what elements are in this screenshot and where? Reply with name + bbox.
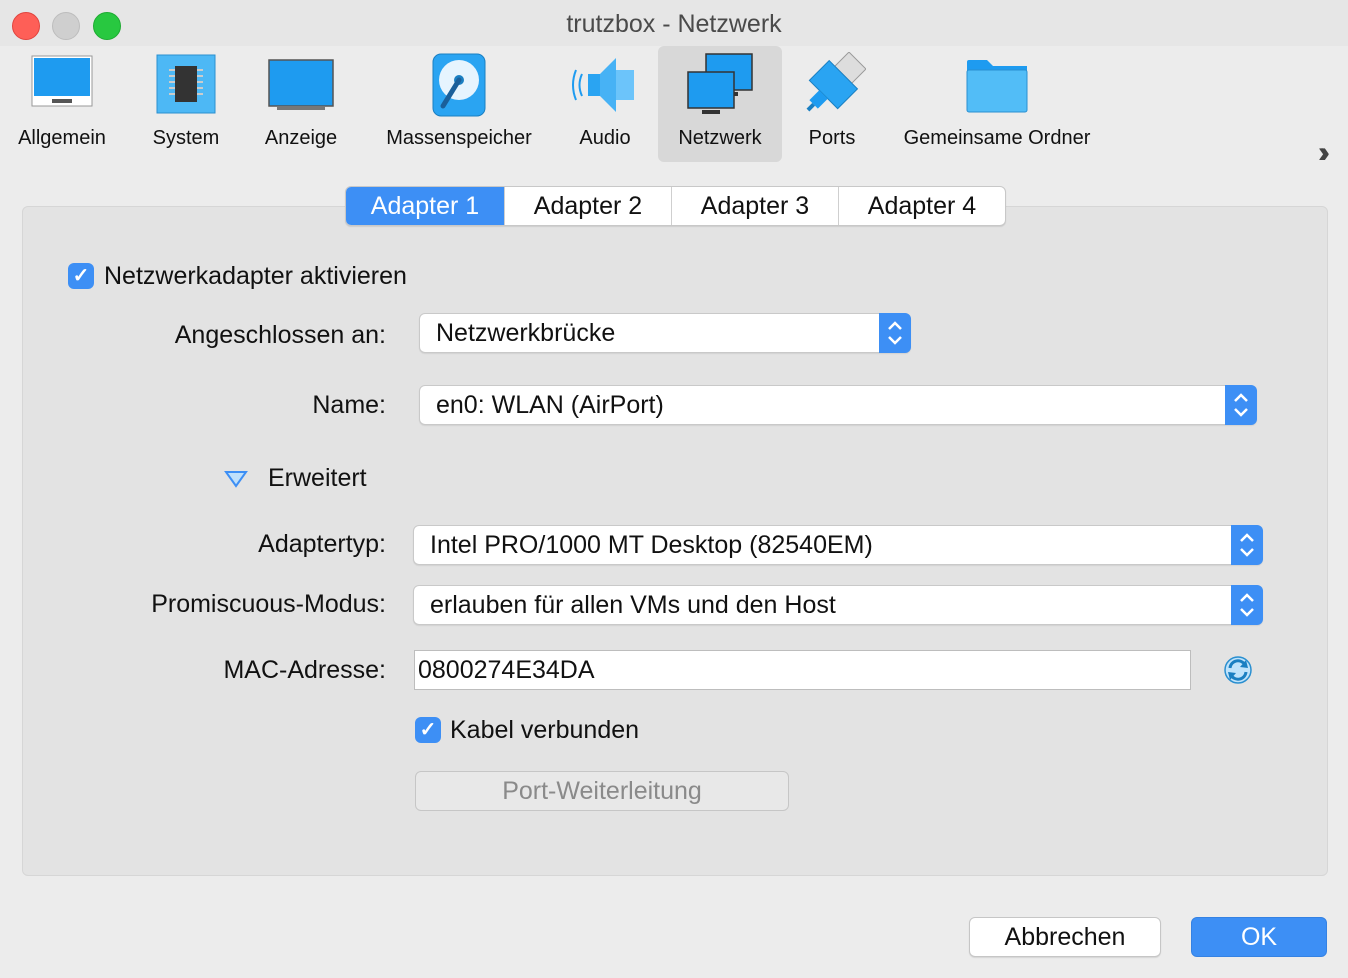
attached-to-stepper[interactable] bbox=[879, 313, 911, 353]
ports-icon bbox=[806, 52, 866, 112]
adapter-type-stepper[interactable] bbox=[1231, 525, 1263, 565]
enable-adapter-checkbox[interactable]: ✓ bbox=[68, 263, 94, 289]
speaker-icon bbox=[572, 58, 634, 112]
disclosure-triangle-icon[interactable] bbox=[224, 470, 248, 488]
toolbar-item-gemeinsame-ordner[interactable]: Gemeinsame Ordner bbox=[892, 46, 1102, 162]
attached-to-label: Angeschlossen an: bbox=[174, 321, 386, 349]
adapter-type-select[interactable]: Intel PRO/1000 MT Desktop (82540EM) bbox=[413, 525, 1263, 565]
promiscuous-mode-value: erlauben für allen VMs und den Host bbox=[430, 591, 836, 619]
name-value: en0: WLAN (AirPort) bbox=[436, 391, 664, 419]
chevron-updown-icon bbox=[1234, 393, 1248, 417]
toolbar-item-audio[interactable]: Audio bbox=[566, 46, 644, 162]
adapter-type-label: Adaptertyp: bbox=[258, 530, 386, 558]
settings-toolbar: Allgemein System Anzeige Massenspeicher … bbox=[0, 46, 1348, 169]
toolbar-item-ports[interactable]: Ports bbox=[794, 46, 870, 162]
cable-connected-checkbox[interactable]: ✓ bbox=[415, 717, 441, 743]
cable-connected-label: Kabel verbunden bbox=[450, 716, 640, 744]
attached-to-select[interactable]: Netzwerkbrücke bbox=[419, 313, 911, 353]
network-icon bbox=[687, 53, 753, 114]
toolbar-item-anzeige[interactable]: Anzeige bbox=[252, 46, 350, 162]
display-icon bbox=[268, 59, 334, 110]
chevron-updown-icon bbox=[1240, 593, 1254, 617]
name-label: Name: bbox=[312, 391, 386, 419]
disk-icon bbox=[432, 53, 486, 117]
advanced-label[interactable]: Erweitert bbox=[268, 464, 367, 493]
toolbar-item-netzwerk[interactable]: Netzwerk bbox=[658, 46, 782, 162]
adapter-type-value: Intel PRO/1000 MT Desktop (82540EM) bbox=[430, 531, 873, 559]
ok-button[interactable]: OK bbox=[1191, 917, 1327, 957]
title-bar: trutzbox - Netzwerk bbox=[0, 0, 1348, 46]
promiscuous-mode-stepper[interactable] bbox=[1231, 585, 1263, 625]
tab-adapter-2[interactable]: Adapter 2 bbox=[504, 187, 671, 225]
name-select[interactable]: en0: WLAN (AirPort) bbox=[419, 385, 1257, 425]
name-stepper[interactable] bbox=[1225, 385, 1257, 425]
chip-icon bbox=[156, 54, 216, 114]
adapter-tabs: Adapter 1 Adapter 2 Adapter 3 Adapter 4 bbox=[345, 186, 1006, 226]
mac-address-label: MAC-Adresse: bbox=[223, 656, 386, 684]
port-forwarding-button[interactable]: Port-Weiterleitung bbox=[415, 771, 789, 811]
refresh-mac-icon[interactable] bbox=[1222, 654, 1254, 686]
chevron-double-right-icon[interactable]: ›› bbox=[1318, 136, 1330, 170]
tab-adapter-1[interactable]: Adapter 1 bbox=[346, 187, 504, 225]
enable-adapter-label: Netzwerkadapter aktivieren bbox=[104, 262, 407, 290]
chevron-updown-icon bbox=[1240, 533, 1254, 557]
tab-adapter-4[interactable]: Adapter 4 bbox=[838, 187, 1005, 225]
monitor-icon bbox=[31, 55, 93, 107]
chevron-updown-icon bbox=[888, 321, 902, 345]
folder-icon bbox=[966, 60, 1028, 113]
toolbar-item-system[interactable]: System bbox=[140, 46, 232, 162]
toolbar-item-allgemein[interactable]: Allgemein bbox=[8, 46, 116, 162]
attached-to-value: Netzwerkbrücke bbox=[436, 319, 616, 347]
mac-address-value: 0800274E34DA bbox=[418, 656, 595, 684]
promiscuous-mode-label: Promiscuous-Modus: bbox=[151, 590, 386, 618]
toolbar-item-massenspeicher[interactable]: Massenspeicher bbox=[370, 46, 548, 162]
promiscuous-mode-select[interactable]: erlauben für allen VMs und den Host bbox=[413, 585, 1263, 625]
cancel-button[interactable]: Abbrechen bbox=[969, 917, 1161, 957]
window-title: trutzbox - Netzwerk bbox=[566, 10, 782, 38]
mac-address-input[interactable]: 0800274E34DA bbox=[414, 650, 1191, 690]
tab-adapter-3[interactable]: Adapter 3 bbox=[671, 187, 838, 225]
